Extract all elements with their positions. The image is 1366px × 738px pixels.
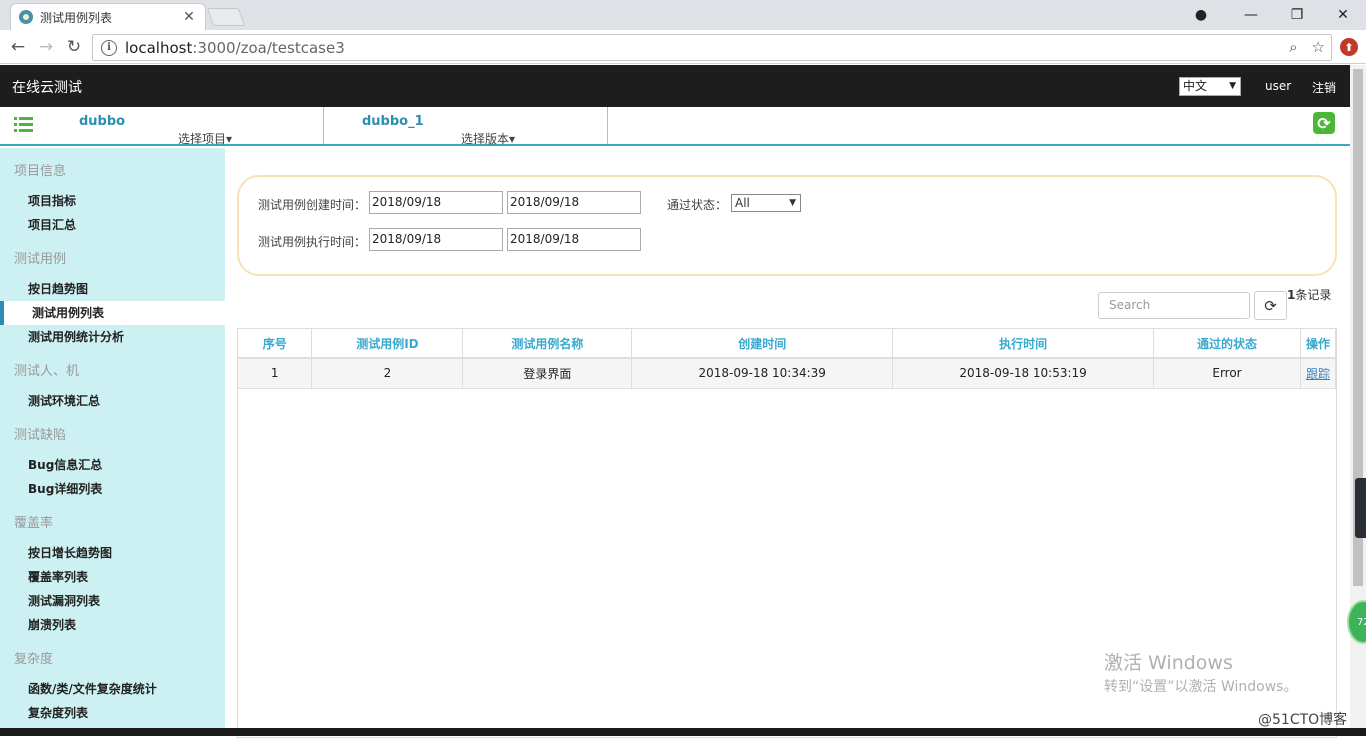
col-header-id[interactable]: 测试用例ID (311, 329, 464, 359)
logout-link[interactable]: 注销 (1312, 79, 1336, 96)
sidebar-item[interactable]: 覆盖率列表 (0, 565, 225, 589)
browser-tabstrip: 测试用例列表 ✕ ● — ❐ ✕ (0, 0, 1366, 30)
dropdown-arrow-icon: ▼ (789, 198, 796, 208)
executed-time-label: 测试用例执行时间： (258, 235, 367, 249)
created-from-input[interactable]: 2018/09/18 (369, 191, 503, 214)
tab-close-icon[interactable]: ✕ (181, 9, 197, 25)
language-value: 中文 (1183, 79, 1208, 93)
project-name: dubbo (79, 114, 126, 129)
sidebar-item[interactable]: 按日趋势图 (0, 277, 225, 301)
project-cell: dubbo 选择项目▾ (0, 107, 324, 147)
created-time-label: 测试用例创建时间： (258, 198, 367, 212)
sidebar-section-title: 项目信息 (14, 164, 67, 179)
reload-icon[interactable]: ↻ (62, 36, 86, 58)
activation-watermark-title: 激活 Windows (1104, 652, 1233, 674)
col-header-action: 操作 (1300, 329, 1337, 359)
os-taskbar (0, 728, 1366, 736)
executed-to-input[interactable]: 2018/09/18 (507, 228, 641, 251)
created-to-input[interactable]: 2018/09/18 (507, 191, 641, 214)
col-header-name[interactable]: 测试用例名称 (462, 329, 633, 359)
close-window-button[interactable]: ✕ (1320, 0, 1366, 30)
version-cell: dubbo_1 选择版本▾ (324, 107, 608, 147)
bookmark-star-icon[interactable]: ☆ (1312, 38, 1325, 56)
browser-tab[interactable]: 测试用例列表 ✕ (10, 3, 206, 30)
dropdown-arrow-icon: ▼ (1229, 81, 1236, 91)
cell-index: 1 (238, 358, 313, 389)
col-header-created[interactable]: 创建时间 (631, 329, 894, 359)
sidebar-section-title: 测试用例 (14, 252, 67, 267)
refresh-icon[interactable]: ⟳ (1313, 112, 1335, 134)
address-bar[interactable]: i localhost:3000/zoa/testcase3 ⌕ ☆ (92, 34, 1332, 61)
table-row: 1 2 登录界面 2018-09-18 10:34:39 2018-09-18 … (238, 358, 1337, 389)
sidebar-item[interactable]: 崩溃列表 (0, 613, 225, 637)
browser-toolbar: ← → ↻ i localhost:3000/zoa/testcase3 ⌕ ☆… (0, 30, 1366, 64)
caret-down-icon: ▾ (226, 132, 233, 146)
cell-id: 2 (311, 358, 464, 389)
sidebar-item[interactable]: 复杂度列表 (0, 701, 225, 725)
col-header-executed[interactable]: 执行时间 (892, 329, 1155, 359)
record-count: 1条记录 (1287, 286, 1331, 303)
col-header-status[interactable]: 通过的状态 (1153, 329, 1301, 359)
cell-action: 跟踪 (1300, 358, 1337, 389)
side-handle[interactable] (1355, 478, 1366, 538)
caret-down-icon: ▾ (509, 132, 516, 146)
sidebar-item[interactable]: 项目汇总 (0, 213, 225, 237)
favicon-icon (19, 10, 33, 24)
cell-executed: 2018-09-18 10:53:19 (892, 358, 1155, 389)
project-bar: dubbo 选择项目▾ dubbo_1 选择版本▾ ⟳ (0, 107, 1350, 146)
sidebar-section-title: 复杂度 (14, 652, 54, 667)
sidebar-item[interactable]: 测试环境汇总 (0, 389, 225, 413)
refresh-icon: ⟳ (1264, 296, 1277, 315)
minimize-button[interactable]: — (1228, 0, 1274, 30)
search-input[interactable]: Search (1098, 292, 1250, 319)
record-count-suffix: 条记录 (1295, 288, 1332, 302)
cell-status: Error (1153, 358, 1301, 389)
tab-title: 测试用例列表 (40, 10, 113, 25)
sidebar-item[interactable]: 测试用例列表 (0, 301, 225, 325)
profile-icon[interactable]: ● (1178, 0, 1224, 30)
new-tab-button[interactable] (206, 8, 246, 26)
url-host: localhost (125, 38, 193, 57)
forward-icon[interactable]: → (34, 36, 58, 58)
select-version-label: 选择版本 (461, 132, 510, 146)
cell-created: 2018-09-18 10:34:39 (631, 358, 894, 389)
sidebar-item[interactable]: Bug详细列表 (0, 477, 225, 501)
sidebar-section-title: 覆盖率 (14, 516, 54, 531)
sidebar-section-title: 测试缺陷 (14, 428, 67, 443)
sidebar-item[interactable]: 按日增长趋势图 (0, 541, 225, 565)
sidebar-item[interactable]: 测试用例统计分析 (0, 325, 225, 349)
version-name: dubbo_1 (362, 114, 424, 129)
select-project-label: 选择项目 (178, 132, 227, 146)
zoom-icon[interactable]: ⌕ (1289, 38, 1297, 56)
extension-icon[interactable]: ⬆ (1340, 38, 1358, 56)
sidebar-item[interactable]: 测试漏洞列表 (0, 589, 225, 613)
app-header: 在线云测试 中文 ▼ user 注销 (0, 65, 1350, 107)
blog-watermark: @51CTO博客 (1258, 712, 1348, 728)
site-info-icon[interactable]: i (101, 39, 117, 56)
activation-watermark-text: 转到“设置”以激活 Windows。 (1104, 679, 1298, 695)
executed-from-input[interactable]: 2018/09/18 (369, 228, 503, 251)
col-header-index[interactable]: 序号 (238, 329, 313, 359)
back-icon[interactable]: ← (6, 36, 30, 58)
sidebar-item[interactable]: 项目指标 (0, 189, 225, 213)
table-header-row: 序号 测试用例ID 测试用例名称 创建时间 执行时间 通过的状态 操作 (238, 329, 1337, 359)
maximize-button[interactable]: ❐ (1274, 0, 1320, 30)
select-project-dropdown[interactable]: 选择项目▾ (178, 130, 232, 147)
track-link[interactable]: 跟踪 (1306, 367, 1330, 381)
filter-panel: 测试用例创建时间： 2018/09/18 2018/09/18 通过状态： Al… (237, 175, 1337, 276)
language-select[interactable]: 中文 ▼ (1179, 77, 1241, 96)
status-select[interactable]: All ▼ (731, 194, 801, 212)
sidebar: 项目信息项目指标 项目汇总测试用例按日趋势图 测试用例列表 测试用例统计分析测试人、机… (0, 148, 225, 728)
sidebar-item[interactable]: 函数/类/文件复杂度统计 (0, 677, 225, 701)
user-link[interactable]: user (1265, 79, 1291, 93)
select-version-dropdown[interactable]: 选择版本▾ (461, 130, 515, 147)
table-refresh-button[interactable]: ⟳ (1254, 291, 1287, 320)
status-label: 通过状态： (667, 198, 728, 212)
brand-title: 在线云测试 (12, 80, 82, 96)
sidebar-item[interactable]: Bug信息汇总 (0, 453, 225, 477)
sidebar-section-title: 测试人、机 (14, 364, 80, 379)
cell-name: 登录界面 (462, 358, 633, 389)
status-value: All (735, 196, 750, 210)
url-path: :3000/zoa/testcase3 (192, 38, 345, 57)
